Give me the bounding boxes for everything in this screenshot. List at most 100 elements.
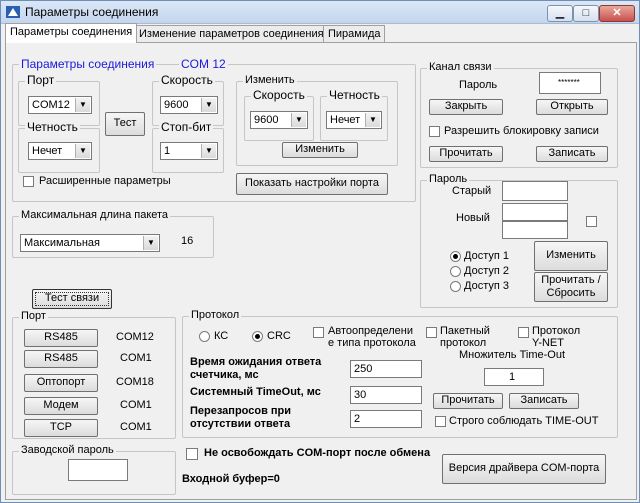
channel-title: Канал связи [427,61,494,73]
retries-value: 2 [354,413,361,425]
channel-password-label: Пароль [459,79,498,91]
tab-pyramid[interactable]: Пирамида [323,25,385,42]
old-password-input[interactable] [502,181,568,201]
change-group-title: Изменить [243,74,297,86]
speed-select-value: 9600 [164,99,189,111]
port-select-value: COM12 [32,99,70,111]
port-select[interactable]: COM12 ▼ [28,96,92,114]
max-packet-title: Максимальная длина пакета [19,209,171,221]
minimize-button[interactable]: ▁ [547,5,573,22]
port-modem-com: COM1 [120,399,152,411]
chevron-down-icon: ▼ [143,236,158,250]
keep-com-port-checkbox[interactable] [186,448,198,460]
allow-block-checkbox[interactable] [429,126,440,137]
multiplier-label: Множитель Time-Out счетчика [458,349,566,362]
input-buffer-label: Входной буфер=0 [182,473,280,485]
close-window-button[interactable]: ✕ [599,5,635,22]
test-link-button[interactable]: Тест связи [32,289,112,309]
channel-write-button[interactable]: Записать [536,146,608,162]
parity-select[interactable]: Нечет ▼ [28,142,92,160]
stopbit-select-value: 1 [164,145,171,157]
old-password-label: Старый [452,185,492,197]
port-rs485-com: COM12 [116,331,154,343]
password-read-reset-button[interactable]: Прочитать / Сбросить [534,272,608,302]
packet-protocol-label: Пакетный протокол [440,325,490,349]
factory-password-title: Заводской пароль [19,444,116,456]
port-modem-button[interactable]: Модем [24,397,98,415]
extended-params-label: Расширенные параметры [39,175,171,187]
port-group-title: Порт [25,73,57,87]
access3-radio[interactable] [450,281,461,292]
strict-timeout-checkbox[interactable] [435,416,446,427]
com-port-label: COM 12 [179,57,228,71]
channel-open-button[interactable]: Открыть [536,99,608,115]
factory-password-input[interactable] [68,459,128,481]
port-optoport-button[interactable]: Оптопорт [24,374,98,392]
parity-group-title: Четность [25,120,80,134]
wait-input[interactable]: 250 [350,360,422,378]
channel-close-button[interactable]: Закрыть [429,99,503,115]
max-packet-value: Максимальная [24,237,100,249]
main-window: Параметры соединения ▁ □ ✕ Параметры сое… [0,0,640,503]
channel-read-button[interactable]: Прочитать [429,146,503,162]
change-speed-select[interactable]: 9600 ▼ [250,111,308,129]
port-rs485-2-com: COM1 [120,352,152,364]
packet-protocol-checkbox[interactable] [426,327,437,338]
show-password-checkbox[interactable] [586,216,597,227]
multiplier-value: 1 [509,371,516,383]
password-title: Пароль [427,173,470,185]
strict-timeout-label: Строго соблюдать TIME-OUT [449,415,599,427]
chevron-down-icon: ▼ [291,113,306,127]
protocol-crc-label: CRC [267,330,291,342]
port-tcp-button[interactable]: TCP [24,419,98,437]
access1-radio[interactable] [450,251,461,262]
speed-select[interactable]: 9600 ▼ [160,96,218,114]
tab-connection-params[interactable]: Параметры соединения [5,23,137,43]
access3-label: Доступ 3 [464,280,509,292]
port-rs485-button[interactable]: RS485 [24,329,98,347]
tab-change-connection-params[interactable]: Изменение параметров соединения [134,25,326,42]
driver-version-button[interactable]: Версия драйвера COM-порта [442,454,606,484]
change-speed-value: 9600 [254,114,279,126]
change-button[interactable]: Изменить [282,142,358,158]
stopbit-select[interactable]: 1 ▼ [160,142,218,160]
show-port-settings-button[interactable]: Показать настройки порта [236,173,388,195]
ynet-protocol-checkbox[interactable] [518,327,529,338]
protocol-write-button[interactable]: Записать [509,393,579,409]
new-password-confirm-input[interactable] [502,221,568,239]
new-password-label: Новый [456,212,490,224]
chevron-down-icon: ▼ [365,113,380,127]
protocol-kc-radio[interactable] [199,331,210,342]
max-packet-select[interactable]: Максимальная ▼ [20,234,160,252]
connection-params-title: Параметры соединения [19,57,157,71]
keep-com-port-label: Не освобождать COM-порт после обмена [204,447,431,459]
channel-password-input[interactable]: ******* [539,72,601,94]
protocol-crc-radio[interactable] [252,331,263,342]
test-button[interactable]: Тест [105,112,145,136]
speed-group-title: Скорость [159,73,215,87]
port-optoport-com: COM18 [116,376,154,388]
sys-timeout-input[interactable]: 30 [350,386,422,404]
extended-params-checkbox[interactable] [23,176,34,187]
retries-input[interactable]: 2 [350,410,422,428]
port-list-title: Порт [19,310,48,322]
new-password-input[interactable] [502,203,568,221]
channel-password-value: ******* [558,78,580,87]
maximize-button[interactable]: □ [573,5,599,22]
protocol-read-button[interactable]: Прочитать [433,393,503,409]
access2-radio[interactable] [450,266,461,277]
chevron-down-icon: ▼ [201,98,216,112]
wait-label: Время ожидания ответа счетчика, мс [190,356,322,381]
multiplier-input[interactable]: 1 [484,368,544,386]
password-change-button[interactable]: Изменить [534,241,608,271]
change-parity-value: Нечет [330,114,361,126]
allow-block-label: Разрешить блокировку записи [444,125,599,137]
change-parity-select[interactable]: Нечет ▼ [326,111,382,129]
protocol-kc-label: КС [214,330,229,342]
max-packet-number: 16 [181,235,194,247]
chevron-down-icon: ▼ [201,144,216,158]
port-rs485-2-button[interactable]: RS485 [24,350,98,368]
auto-detect-checkbox[interactable] [313,327,324,338]
port-tcp-com: COM1 [120,421,152,433]
access1-label: Доступ 1 [464,250,509,262]
